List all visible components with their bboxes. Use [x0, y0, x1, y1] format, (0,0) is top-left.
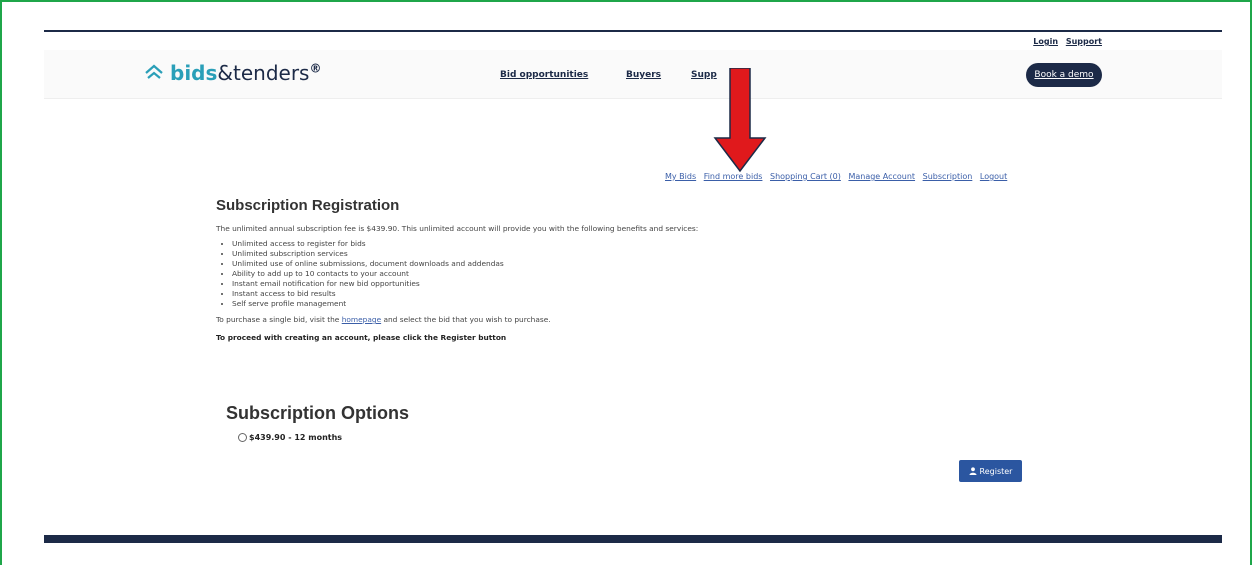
radio-button[interactable]	[238, 433, 247, 442]
red-down-arrow	[713, 68, 767, 173]
nav-bid-opportunities[interactable]: Bid opportunities	[500, 70, 588, 80]
manage-account-link[interactable]: Manage Account	[848, 172, 915, 181]
purchase-prefix: To purchase a single bid, visit the	[216, 315, 342, 324]
logo-text-bids: bids	[170, 61, 218, 85]
logo-text-tenders: &tenders	[217, 61, 310, 85]
site-logo[interactable]: bids&tenders®	[144, 61, 321, 85]
list-item: Self serve profile management	[232, 299, 1016, 309]
my-bids-link[interactable]: My Bids	[665, 172, 696, 181]
proceed-instruction: To proceed with creating an account, ple…	[216, 333, 507, 342]
purchase-suffix: and select the bid that you wish to purc…	[381, 315, 551, 324]
list-item: Ability to add up to 10 contacts to your…	[232, 269, 1016, 279]
nav-buyers[interactable]: Buyers	[626, 70, 661, 80]
user-icon	[969, 467, 977, 475]
shopping-cart-link[interactable]: Shopping Cart (0)	[770, 172, 841, 181]
book-demo-button[interactable]: Book a demo	[1026, 63, 1102, 87]
logo-registered-mark: ®	[309, 61, 322, 76]
homepage-link[interactable]: homepage	[342, 315, 381, 324]
logout-link[interactable]: Logout	[980, 172, 1007, 181]
account-links: My Bids Find more bids Shopping Cart (0)…	[665, 172, 1012, 181]
chevron-up-double-icon	[144, 63, 164, 83]
subscription-link[interactable]: Subscription	[923, 172, 973, 181]
site-header: bids&tenders® Bid opportunities Buyers S…	[44, 50, 1222, 99]
main-content: Subscription Registration The unlimited …	[216, 197, 1016, 342]
purchase-text: To purchase a single bid, visit the home…	[216, 315, 1016, 324]
find-more-bids-link[interactable]: Find more bids	[704, 172, 763, 181]
list-item: Instant email notification for new bid o…	[232, 279, 1016, 289]
intro-text: The unlimited annual subscription fee is…	[216, 224, 699, 233]
list-item: Unlimited access to register for bids	[232, 239, 1016, 249]
page-title: Subscription Registration	[216, 197, 400, 214]
option-label: $439.90 - 12 months	[249, 433, 343, 442]
register-label: Register	[979, 466, 1013, 476]
list-item: Unlimited subscription services	[232, 249, 1016, 259]
footer-bar	[44, 535, 1222, 543]
options-title: Subscription Options	[226, 403, 409, 423]
login-link[interactable]: Login	[1033, 37, 1058, 46]
register-button[interactable]: Register	[959, 460, 1022, 482]
utility-links: Login Support	[1028, 37, 1102, 46]
list-item: Instant access to bid results	[232, 289, 1016, 299]
utility-bar: Login Support	[44, 30, 1222, 50]
list-item: Unlimited use of online submissions, doc…	[232, 259, 1016, 269]
subscription-option[interactable]: $439.90 - 12 months	[238, 433, 342, 442]
support-link[interactable]: Support	[1066, 37, 1102, 46]
benefits-list: Unlimited access to register for bids Un…	[216, 239, 1016, 309]
